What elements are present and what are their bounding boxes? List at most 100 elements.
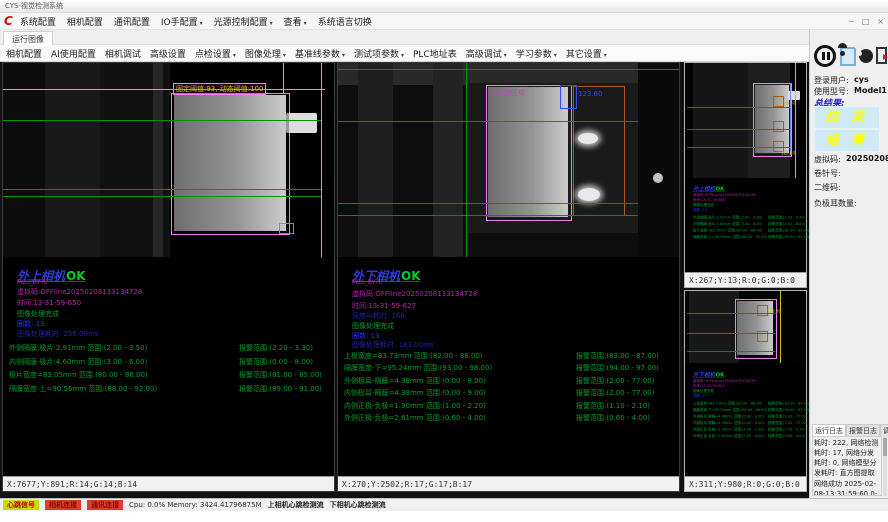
machine-band	[153, 63, 163, 257]
reference-line-yellow	[780, 291, 781, 363]
ok-status: OK	[401, 269, 421, 283]
measure-tag-yellow: 123.60	[781, 101, 795, 106]
operator-button[interactable]	[859, 49, 873, 63]
measure-line-green	[338, 121, 638, 122]
mini-lower-camera-panel: 123.60 外下相机OK 虚拟码:OFFline202502081331347…	[684, 290, 807, 492]
machine-band	[358, 63, 393, 257]
gripper-clip	[286, 113, 317, 133]
alarm-range: 报警范围:(2.00 - 77.00)	[576, 376, 654, 386]
scrollbar-thumb[interactable]	[883, 438, 887, 456]
model-value[interactable]: Model1	[854, 86, 887, 95]
tool-spot-check[interactable]: 点检设置▾	[195, 47, 236, 60]
outer-upper-camera-image[interactable]: 固定阈值:93, 动态阈值:100	[3, 63, 334, 257]
process-done-line: 图像处理完成	[352, 321, 394, 331]
measure-line-green	[687, 351, 775, 352]
chevron-down-icon: ▾	[233, 52, 236, 59]
measurement-value: 极片宽度=83.05mm 范围:(80.00 - 86.00)	[9, 370, 148, 380]
tool-plc-address-table[interactable]: PLC地址表	[413, 47, 457, 60]
tool-ai-usage-config[interactable]: AI使用配置	[51, 47, 96, 60]
tool-baseline-params[interactable]: 基准线参数▾	[295, 47, 345, 60]
machine-shadow-band	[638, 63, 679, 257]
menu-camera-config[interactable]: 相机配置	[67, 15, 103, 28]
measurement-value: 内侧隔膜-极片:4.60mm 范围:(3.00 - 6.00)	[9, 357, 147, 367]
log-tab-alarm[interactable]: 报警日志	[846, 424, 880, 436]
reference-line-yellow	[795, 63, 796, 178]
log-tab-debug[interactable]: 调试日志	[880, 424, 888, 436]
alarm-range: 报警范围:(81.00 - 85.00)	[239, 370, 322, 380]
measurement-value: 外侧隔膜-极片:2.91mm 范围:(2.00 - 3.50)	[9, 343, 147, 353]
tab-roi-rectangle	[560, 85, 577, 109]
pause-button[interactable]	[814, 45, 836, 67]
machine-band	[693, 63, 748, 178]
measure-line-green	[687, 129, 790, 130]
heartbeat-status-badge: 心跳信号	[3, 500, 39, 510]
outer-upper-camera-panel: 固定阈值:93, 动态阈值:100 外上相机OK MES_BYTE 虚拟码:OF…	[2, 62, 335, 492]
measurement-value: 外侧正极-负极=2.61mm 范围:(0.60 - 4.00)	[344, 413, 486, 423]
tool-advanced-settings[interactable]: 高级设置	[150, 47, 186, 60]
measurement-value: 内侧正极-负极=1.90mm 范围:(1.00 - 2.20)	[344, 401, 486, 411]
pixel-coordinate-bar: X:7677;Y:891;R:14;G:14;B:14	[3, 476, 334, 491]
window-maximize-button[interactable]: □	[862, 17, 870, 26]
reference-line-yellow	[283, 63, 284, 93]
measurement-value: 外侧极耳-隔膜=4.38mm 范围:(0.00 - 9.00)	[344, 376, 486, 386]
user-login-button[interactable]	[840, 47, 856, 66]
tab-run-image[interactable]: 运行图像	[3, 31, 53, 45]
roller	[653, 173, 663, 183]
mini-upper-camera-image[interactable]: 123.60 123.60	[685, 63, 806, 178]
tool-learning-params[interactable]: 学习参数▾	[516, 47, 557, 60]
outer-lower-camera-image[interactable]: AI检测区域 123.60	[338, 63, 679, 257]
exit-button[interactable]	[876, 47, 887, 64]
alarm-range: 报警范围:(89.00 - 91.00)	[239, 384, 322, 394]
ok-status: OK	[66, 269, 86, 283]
tool-test-item-params[interactable]: 测试项参数▾	[354, 47, 404, 60]
comm-connection-badge: 通讯连接	[87, 500, 123, 510]
measurement-value: 内侧极耳-隔膜=4.38mm 范围:(0.00 - 9.00)	[344, 388, 486, 398]
tab-strip: 运行图像	[0, 30, 809, 45]
mes-tag: MES_BYTE	[17, 279, 48, 286]
cpu-memory-text: Cpu: 0.0% Memory: 3424.41796875M	[129, 501, 262, 509]
title-bar: CYS-视觉检测系统	[0, 0, 888, 13]
alarm-range: 报警范围:(83.00 - 87.00)	[576, 351, 659, 361]
roi-rectangle	[171, 93, 290, 235]
measure-line-green	[687, 147, 790, 148]
machine-band	[689, 291, 739, 363]
tool-image-processing[interactable]: 图像处理▾	[245, 47, 286, 60]
measurement-value: 上极宽度=83.73mm 范围:(82.00 - 88.00)	[344, 351, 483, 361]
process-done-line: 图像处理完成	[17, 309, 59, 319]
elapsed-line: 图像处理耗时: 183.00ms	[352, 340, 434, 350]
elapsed-line: 图像处理耗时: 256.00ms	[17, 329, 99, 339]
tool-camera-config[interactable]: 相机配置	[6, 47, 42, 60]
roi-rectangle-small	[279, 223, 294, 234]
measure-line-green	[338, 215, 638, 216]
log-scrollbar[interactable]	[883, 436, 887, 496]
reference-line-yellow	[3, 89, 325, 90]
measure-tag-yellow: 123.60	[767, 309, 781, 314]
tool-other-settings[interactable]: 其它设置▾	[566, 47, 607, 60]
app-logo-icon: C	[4, 16, 13, 26]
winding-pin-label: 卷针号:	[814, 168, 841, 179]
pixel-coordinate-bar: X:311;Y:980;R:0;G:0;B:0	[685, 476, 806, 491]
turns-line: 圈数: 13	[17, 319, 45, 329]
menu-view[interactable]: 查看▾	[284, 15, 307, 28]
alarm-range: 报警范围:(94.00 - 97.00)	[576, 363, 659, 373]
menu-light-control-config[interactable]: 光源控制配置▾	[214, 15, 273, 28]
tool-advanced-debug[interactable]: 高级调试▾	[466, 47, 507, 60]
login-user-value: cys	[854, 75, 869, 84]
chevron-down-icon: ▾	[200, 20, 203, 27]
log-tab-run[interactable]: 运行日志	[812, 424, 846, 436]
window-close-button[interactable]: ×	[877, 17, 884, 26]
outer-lower-camera-panel: AI检测区域 123.60 外下相机OK MES_BYTE 虚拟码:OFFlin…	[337, 62, 680, 492]
menu-system-config[interactable]: 系统配置	[20, 15, 56, 28]
tool-camera-debug[interactable]: 相机调试	[105, 47, 141, 60]
mini-lower-camera-image[interactable]: 123.60	[685, 291, 806, 363]
measure-line-green	[338, 69, 679, 70]
menu-io-config[interactable]: IO手配置▾	[161, 15, 203, 28]
chevron-down-icon: ▾	[342, 52, 345, 59]
window-minimize-button[interactable]: ─	[849, 17, 854, 26]
reference-line-yellow	[321, 63, 322, 257]
mini-upper-camera-panel: 123.60 123.60 外上相机OK 虚拟码:OFFline20250208…	[684, 62, 807, 288]
menu-comm-config[interactable]: 通讯配置	[114, 15, 150, 28]
control-panel: 登录用户: cys 使用型号: Model1 总结果: 结 果 结 果 虚拟码:…	[809, 30, 888, 498]
led-glare	[578, 188, 600, 201]
menu-language-switch[interactable]: 系统语言切换	[318, 15, 372, 28]
